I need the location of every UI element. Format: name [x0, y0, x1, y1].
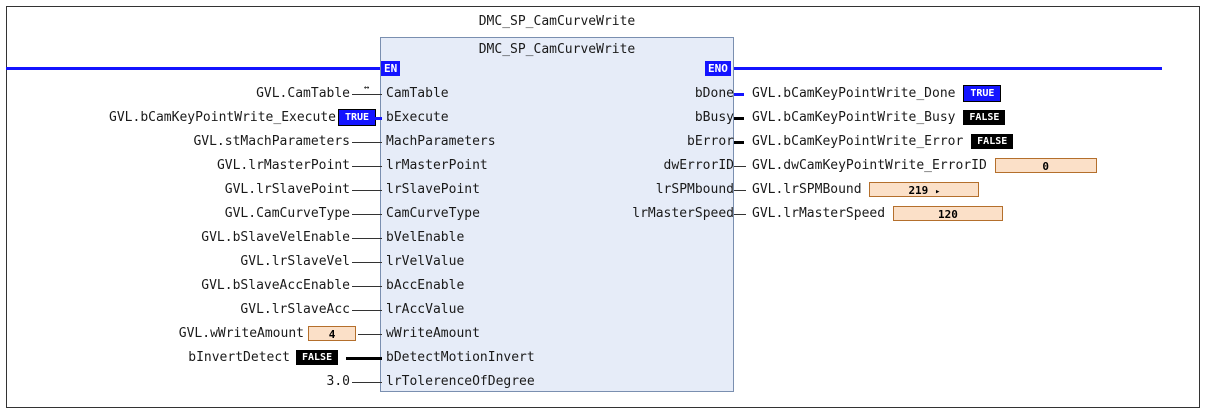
input-var-masterpoint[interactable]: GVL.lrMasterPoint: [217, 156, 350, 176]
value-badge-true: TRUE: [963, 85, 1002, 102]
input-wire: [352, 214, 382, 215]
pin-lrtolerenceofdegree: lrTolerenceOfDegree: [386, 374, 535, 389]
pin-bdetectmotioninvert: bDetectMotionInvert: [386, 350, 535, 365]
output-wire: [734, 166, 746, 167]
expand-arrow-icon[interactable]: ▸: [935, 187, 940, 197]
output-wire-active: [734, 93, 744, 96]
output-var-errorid: GVL.dwCamKeyPointWrite_ErrorID 0: [752, 156, 1097, 176]
pin-bexecute: bExecute: [386, 110, 449, 125]
pin-bvelenable: bVelEnable: [386, 230, 465, 245]
output-var-done: GVL.bCamKeyPointWrite_Done TRUE: [752, 84, 1002, 104]
input-var-slavepoint[interactable]: GVL.lrSlavePoint: [225, 180, 350, 200]
input-wire: [352, 262, 382, 263]
value-badge-number: 0: [994, 158, 1097, 173]
output-wire: [734, 190, 746, 191]
input-wire: [352, 286, 382, 287]
value-badge-false: FALSE: [971, 134, 1014, 149]
en-power-line: [6, 67, 382, 70]
output-var-error: GVL.bCamKeyPointWrite_Error FALSE: [752, 132, 1014, 152]
pin-lrmasterpoint: lrMasterPoint: [386, 158, 488, 173]
pin-lrslavepoint: lrSlavePoint: [386, 182, 480, 197]
pin-lraccvalue: lrAccValue: [386, 302, 465, 317]
input-var-camtable[interactable]: GVL.CamTable: [256, 84, 350, 104]
en-pin[interactable]: EN: [381, 61, 401, 76]
value-badge-number: 219 ▸: [869, 182, 980, 197]
fb-instance-name[interactable]: DMC_SP_CamCurveWrite: [380, 14, 734, 29]
input-wire-inactive: [346, 357, 382, 360]
pin-bbusy: bBusy: [694, 110, 734, 125]
input-var-writeamount[interactable]: GVL.wWriteAmount: [179, 324, 304, 344]
input-wire: [352, 238, 382, 239]
pin-lrmasterspeed: lrMasterSpeed: [632, 206, 734, 221]
input-var-camcurvetype[interactable]: GVL.CamCurveType: [225, 204, 350, 224]
pin-dwerrorid: dwErrorID: [663, 158, 734, 173]
output-wire: [734, 214, 746, 215]
output-wire-inactive: [734, 141, 744, 144]
reference-icon: ↔: [364, 83, 370, 93]
input-wire: [358, 334, 382, 335]
value-badge-number: 120: [892, 206, 1003, 221]
input-wire: [352, 310, 382, 311]
input-var-invertdetect[interactable]: bInvertDetect: [188, 348, 290, 368]
pin-lrspmbound: lrSPMbound: [655, 182, 734, 197]
pin-machparameters: MachParameters: [386, 134, 496, 149]
pin-camtable: CamTable: [386, 86, 449, 101]
input-var-slaveacc[interactable]: GVL.lrSlaveAcc: [240, 300, 350, 320]
value-badge-true: TRUE: [338, 109, 377, 126]
input-var-machparameters[interactable]: GVL.stMachParameters: [193, 132, 350, 152]
input-wire: [352, 142, 382, 143]
output-wire-inactive: [734, 117, 744, 120]
eno-pin[interactable]: ENO: [705, 61, 731, 76]
value-badge-false: FALSE: [963, 110, 1006, 125]
value-badge-false: FALSE: [296, 350, 339, 365]
input-wire: [352, 382, 382, 383]
input-constant[interactable]: 3.0: [327, 372, 350, 392]
pin-bdone: bDone: [694, 86, 734, 101]
output-var-masterspeed: GVL.lrMasterSpeed 120: [752, 204, 1003, 224]
value-badge-number: 4: [308, 326, 356, 341]
input-wire: [352, 190, 382, 191]
input-var-execute[interactable]: GVL.bCamKeyPointWrite_Execute: [109, 108, 336, 128]
pin-baccenable: bAccEnable: [386, 278, 465, 293]
input-var-slaveaccenable[interactable]: GVL.bSlaveAccEnable: [201, 276, 350, 296]
pin-berror: bError: [687, 134, 734, 149]
input-var-slavevelenable[interactable]: GVL.bSlaveVelEnable: [201, 228, 350, 248]
output-var-busy: GVL.bCamKeyPointWrite_Busy FALSE: [752, 108, 1006, 128]
fb-type-name: DMC_SP_CamCurveWrite: [478, 42, 636, 57]
pin-camcurvetype: CamCurveType: [386, 206, 480, 221]
input-wire: [352, 166, 382, 167]
input-wire-active: [374, 117, 382, 120]
input-var-slavevel[interactable]: GVL.lrSlaveVel: [240, 252, 350, 272]
pin-wwriteamount: wWriteAmount: [386, 326, 480, 341]
pin-lrvelvalue: lrVelValue: [386, 254, 465, 269]
output-var-spmbound: GVL.lrSPMBound 219 ▸: [752, 180, 980, 200]
eno-power-line: [734, 67, 1162, 70]
